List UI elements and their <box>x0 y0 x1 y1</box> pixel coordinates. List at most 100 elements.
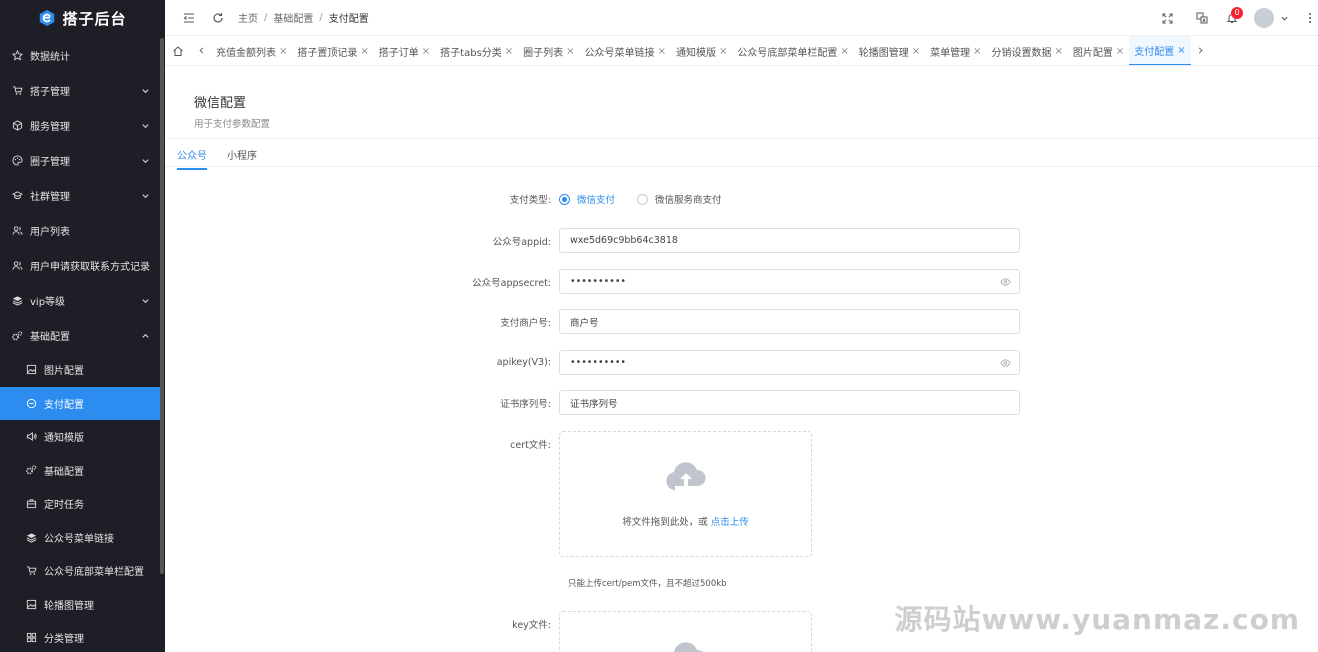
tab-label: 菜单管理 <box>930 47 971 59</box>
refresh-icon[interactable] <box>211 11 224 24</box>
home-tab[interactable] <box>165 36 191 65</box>
tabs-scroll-left[interactable] <box>191 36 211 65</box>
tabs-scroll-right[interactable] <box>1191 36 1211 65</box>
sidebar-item-contact-requests[interactable]: 用户申请获取联系方式记录 <box>0 248 160 283</box>
sidebar-item-dazi[interactable]: 搭子管理 <box>0 73 160 108</box>
sidebar-subitem-mp-bottom-menu[interactable]: 公众号底部菜单栏配置 <box>0 554 160 588</box>
sidebar-item-stats[interactable]: 数据统计 <box>0 38 160 73</box>
gears-icon <box>25 464 37 476</box>
close-icon[interactable]: × <box>1116 46 1124 57</box>
tab-mp-bottom-menu[interactable]: 公众号底部菜单栏配置 × <box>732 36 853 65</box>
speaker-icon <box>25 431 37 443</box>
tab-pay-config[interactable]: 支付配置 × <box>1129 36 1191 65</box>
breadcrumb-home[interactable]: 主页 <box>238 10 258 25</box>
sidebar-item-community[interactable]: 社群管理 <box>0 178 160 213</box>
close-icon[interactable]: × <box>719 46 727 57</box>
upload-click-link[interactable]: 点击上传 <box>711 517 749 528</box>
sidebar-subitem-carousel[interactable]: 轮播图管理 <box>0 588 160 622</box>
users-icon <box>11 225 23 237</box>
radio-wechat-service-pay[interactable]: 微信服务商支付 <box>637 192 722 206</box>
sidebar-item-circle[interactable]: 圈子管理 <box>0 143 160 178</box>
sidebar-item-label: 定时任务 <box>44 500 84 512</box>
input-value: •••••••••• <box>570 276 627 287</box>
close-icon[interactable]: × <box>279 46 287 57</box>
sidebar-subitem-scheduled-task[interactable]: 定时任务 <box>0 487 160 521</box>
eye-icon[interactable] <box>1000 358 1011 367</box>
sidebar-scrollbar[interactable] <box>160 38 164 574</box>
avatar[interactable] <box>1254 8 1274 28</box>
cert-serial-input[interactable]: 证书序列号 <box>559 390 1020 415</box>
sidebar-submenu-basic-config: 图片配置 支付配置 通知模版 基础配置 定时任务 公众号菜单链接 公众号底部菜单… <box>0 353 160 652</box>
sidebar-item-service[interactable]: 服务管理 <box>0 108 160 143</box>
close-icon[interactable]: × <box>422 46 430 57</box>
sidebar-item-vip[interactable]: vip等级 <box>0 283 160 318</box>
image-icon <box>25 598 37 610</box>
eye-icon[interactable] <box>1000 277 1011 286</box>
tab-mp-menu-link[interactable]: 公众号菜单链接 × <box>580 36 671 65</box>
menu-fold-icon[interactable] <box>182 11 195 24</box>
close-icon[interactable]: × <box>912 46 920 57</box>
tab-menu-management[interactable]: 菜单管理 × <box>925 36 986 65</box>
sidebar-item-users[interactable]: 用户列表 <box>0 213 160 248</box>
tab-carousel[interactable]: 轮播图管理 × <box>854 36 925 65</box>
tab-label: 搭子tabs分类 <box>440 47 502 59</box>
more-vertical-icon[interactable] <box>1303 12 1316 25</box>
sidebar-item-label: 圈子管理 <box>30 157 70 168</box>
close-icon[interactable]: × <box>840 46 848 57</box>
sidebar-subitem-image-config[interactable]: 图片配置 <box>0 353 160 387</box>
appsecret-row: 公众号appsecret: •••••••••• <box>165 269 1020 294</box>
cert-upload-dropzone[interactable]: 将文件拖到此处，或 点击上传 <box>559 431 812 557</box>
appid-input[interactable]: wxe5d69c9bb64c3818 <box>559 228 1020 253</box>
close-icon[interactable]: × <box>566 46 574 57</box>
star-icon <box>11 50 23 62</box>
close-icon[interactable]: × <box>1055 46 1063 57</box>
tab-notice-template[interactable]: 通知模版 × <box>671 36 732 65</box>
breadcrumb-pay-config: 支付配置 <box>328 14 369 25</box>
form-label: 公众号appid: <box>492 236 551 248</box>
translate-icon[interactable] <box>1195 12 1208 25</box>
home-icon <box>173 45 183 56</box>
image-icon <box>25 364 37 376</box>
tab-dazi-orders[interactable]: 搭子订单 × <box>374 36 435 65</box>
app-title: 搭子后台 <box>62 9 127 28</box>
sidebar-item-basic-config[interactable]: 基础配置 <box>0 318 160 353</box>
tab-label: 圈子列表 <box>523 47 564 59</box>
close-icon[interactable]: × <box>360 46 368 57</box>
gears-icon <box>11 330 23 342</box>
close-icon[interactable]: × <box>505 46 513 57</box>
sidebar-subitem-notice-template[interactable]: 通知模版 <box>0 420 160 454</box>
radio-wechat-pay[interactable]: 微信支付 <box>559 192 615 206</box>
tab-dazi-top-records[interactable]: 搭子置顶记录 × <box>292 36 373 65</box>
breadcrumb-separator: / <box>264 12 268 23</box>
sidebar-item-label: 基础配置 <box>30 332 70 343</box>
close-icon[interactable]: × <box>1177 45 1185 56</box>
tab-image-config[interactable]: 图片配置 × <box>1068 36 1129 65</box>
chevron-down-icon[interactable] <box>1278 12 1291 25</box>
page-title: 微信配置 <box>194 96 247 111</box>
close-icon[interactable]: × <box>973 46 981 57</box>
tab-circle-list[interactable]: 圈子列表 × <box>518 36 579 65</box>
sidebar-subitem-pay-config[interactable]: 支付配置 <box>0 386 160 420</box>
tab-distribution-settings[interactable]: 分销设置数据 × <box>987 36 1068 65</box>
sidebar-subitem-category[interactable]: 分类管理 <box>0 621 160 652</box>
apikey-input[interactable]: •••••••••• <box>559 350 1020 375</box>
sidebar-subitem-basic-config[interactable]: 基础配置 <box>0 454 160 488</box>
notification-bell-icon[interactable]: 0 <box>1225 6 1243 25</box>
breadcrumb-basic-config[interactable]: 基础配置 <box>273 10 313 25</box>
tab-dazi-tabs-category[interactable]: 搭子tabs分类 × <box>435 36 518 65</box>
apikey-row: apikey(V3): •••••••••• <box>165 350 1020 375</box>
tab-label: 公众号菜单链接 <box>584 47 655 59</box>
cube-icon <box>11 120 23 132</box>
input-value: 商户号 <box>570 317 599 329</box>
chevron-right-icon <box>1198 47 1203 54</box>
close-icon[interactable]: × <box>658 46 666 57</box>
key-upload-dropzone[interactable] <box>559 611 812 652</box>
appsecret-input[interactable]: •••••••••• <box>559 269 1020 294</box>
mch-id-input[interactable]: 商户号 <box>559 309 1020 334</box>
fullscreen-icon[interactable] <box>1161 12 1174 25</box>
sidebar-subitem-mp-menu-link[interactable]: 公众号菜单链接 <box>0 521 160 555</box>
page-header: 微信配置 用于支付参数配置 <box>194 92 270 130</box>
form-label: 公众号appsecret: <box>472 277 551 289</box>
tab-recharge-amount-list[interactable]: 充值金额列表 × <box>211 36 292 65</box>
palette-icon <box>11 155 23 167</box>
